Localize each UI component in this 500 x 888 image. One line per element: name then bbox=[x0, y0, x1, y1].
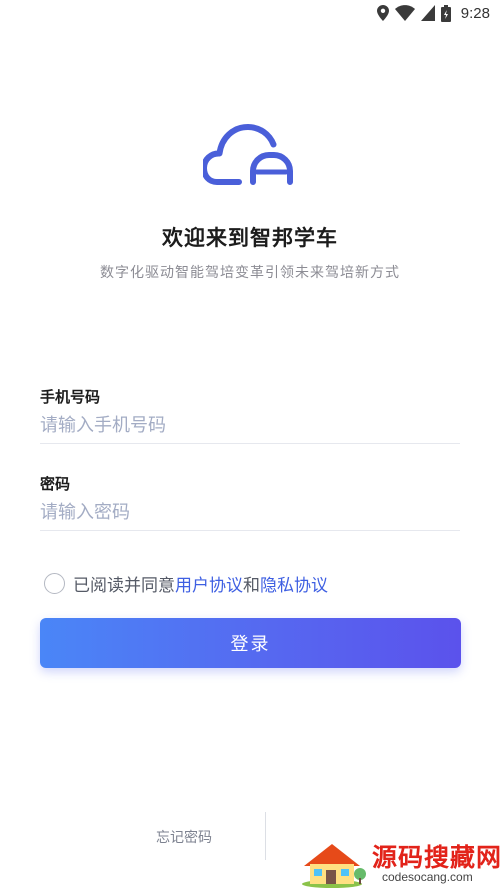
agreement-radio[interactable] bbox=[44, 572, 65, 594]
agreement-row: 已阅读并同意 用户协议 和 隐私协议 bbox=[44, 570, 328, 596]
page-title: 欢迎来到智邦学车 bbox=[162, 226, 338, 250]
password-label: 密码 bbox=[40, 475, 71, 493]
phone-label: 手机号码 bbox=[40, 388, 101, 406]
password-input[interactable] bbox=[40, 497, 460, 527]
password-underline bbox=[40, 530, 460, 531]
footer-divider bbox=[265, 812, 266, 860]
house-logo-icon bbox=[302, 844, 366, 888]
agreement-prefix: 已阅读并同意 bbox=[73, 575, 175, 596]
signal-icon bbox=[420, 5, 435, 21]
agreement-joiner: 和 bbox=[243, 575, 260, 596]
login-button[interactable]: 登录 bbox=[40, 618, 461, 668]
user-agreement-link[interactable]: 用户协议 bbox=[175, 571, 243, 596]
watermark: 源码搜藏网 codesocang.com bbox=[292, 836, 500, 888]
status-time: 9:28 bbox=[460, 4, 490, 22]
watermark-text: 源码搜藏网 bbox=[372, 843, 500, 872]
status-icons: 9:28 bbox=[376, 3, 490, 23]
phone-underline bbox=[40, 443, 460, 444]
status-bar: 9:28 bbox=[0, 0, 500, 26]
privacy-agreement-link[interactable]: 隐私协议 bbox=[260, 571, 328, 596]
location-icon bbox=[376, 5, 389, 21]
watermark-url: codesocang.com bbox=[382, 870, 473, 884]
phone-input[interactable] bbox=[40, 410, 460, 440]
forgot-password-link[interactable]: 忘记密码 bbox=[156, 827, 212, 847]
wifi-icon bbox=[394, 5, 415, 21]
cloud-car-logo bbox=[203, 124, 293, 185]
battery-icon bbox=[440, 4, 451, 22]
page-subtitle: 数字化驱动智能驾培变革引领未来驾培新方式 bbox=[100, 265, 400, 281]
